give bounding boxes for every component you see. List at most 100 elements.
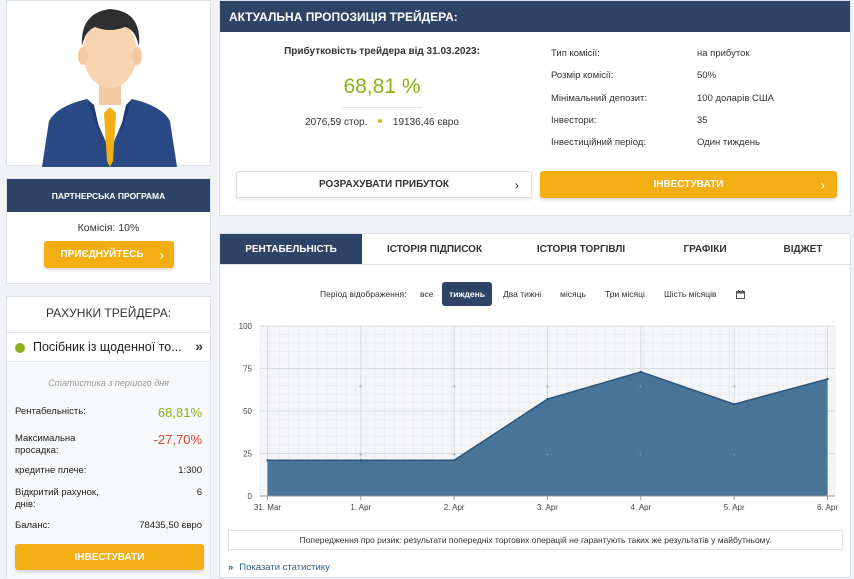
calendar-icon[interactable] bbox=[736, 282, 745, 306]
grid-marker: + bbox=[732, 452, 736, 459]
offer-detail-label: Тип комісії: bbox=[551, 48, 600, 59]
data-point bbox=[546, 397, 549, 401]
y-tick-label: 100 bbox=[239, 322, 253, 331]
offer-detail-value: 50% bbox=[697, 70, 717, 81]
partner-program-card: ПАРТНЕРСЬКА ПРОГРАМА Комісія: 10% ПРИЄДН… bbox=[6, 178, 211, 284]
x-tick-label: 31. Mar bbox=[254, 503, 281, 512]
offer-detail-value: на прибуток bbox=[697, 48, 750, 59]
tab-item[interactable]: РЕНТАБЕЛЬНІСТЬ bbox=[220, 234, 362, 264]
tab-item[interactable]: ВІДЖЕТ bbox=[755, 234, 851, 264]
data-point bbox=[732, 403, 736, 406]
x-tick-label: 6. Apr bbox=[817, 503, 838, 512]
double-chevron-right-icon: » bbox=[228, 562, 234, 573]
separator-dot-icon bbox=[378, 119, 383, 124]
account-stat-label: Рентабельність: bbox=[15, 406, 86, 417]
offer-detail-label: Розмір комісії: bbox=[551, 70, 614, 81]
account-stat-row: Максимальна просадка: -27,70% bbox=[15, 432, 202, 457]
period-option[interactable]: тиждень bbox=[442, 282, 492, 306]
account-stat-row: Відкритий рахунок, днів: 6 bbox=[15, 487, 202, 511]
grid-marker: + bbox=[639, 384, 643, 391]
grid-marker: + bbox=[732, 384, 736, 391]
tab-item[interactable]: ІСТОРІЯ ПІДПИСОК bbox=[362, 234, 507, 264]
offer-detail-label: Інвестиційний період: bbox=[551, 137, 646, 148]
offer-card: АКТУАЛЬНА ПРОПОЗИЦІЯ ТРЕЙДЕРА: Прибутков… bbox=[219, 0, 851, 216]
period-selector: Період відображення: все тиждень Два тижні м… bbox=[220, 282, 850, 306]
period-option[interactable]: Два тижні bbox=[503, 282, 541, 306]
y-tick-label: 75 bbox=[243, 365, 252, 374]
account-stat-row: кредитне плече: 1:300 bbox=[15, 465, 202, 477]
grid-marker: + bbox=[545, 452, 549, 459]
data-point bbox=[826, 377, 829, 381]
account-stat-value: -27,70% bbox=[153, 432, 202, 447]
grid-marker: + bbox=[452, 452, 456, 459]
risk-warning-box: Попередження про ризик: результати попер… bbox=[228, 530, 843, 550]
offer-detail-value: Один тиждень bbox=[697, 137, 760, 148]
period-label: Період відображення: bbox=[320, 289, 407, 299]
x-tick-label: 3. Apr bbox=[537, 503, 558, 512]
account-invest-button-label: ІНВЕСТУВАТИ bbox=[74, 551, 145, 563]
account-stat-label: Баланс: bbox=[15, 520, 50, 531]
data-point bbox=[452, 459, 456, 462]
account-stat-row: Рентабельність: 68,81% bbox=[15, 405, 202, 420]
performance-card: РЕНТАБЕЛЬНІСТЬ ІСТОРІЯ ПІДПИСОК ІСТОРІЯ ТО… bbox=[219, 233, 851, 578]
partner-commission: Комісія: 10% bbox=[77, 222, 140, 234]
profit-amounts: 2076,59 стор. 19136,46 євро bbox=[256, 117, 508, 128]
y-tick-label: 0 bbox=[248, 492, 253, 501]
offer-detail-value: 100 доларів США bbox=[697, 93, 774, 104]
chevron-right-icon: › bbox=[820, 177, 825, 192]
period-option[interactable]: Три місяці bbox=[605, 282, 645, 306]
account-stat-value: 78435,50 євро bbox=[139, 520, 202, 531]
profit-caption: Прибутковість трейдера від 31.03.2023: bbox=[284, 46, 480, 57]
account-stat-label: Максимальна просадка: bbox=[15, 433, 76, 456]
performance-tabs: РЕНТАБЕЛЬНІСТЬ ІСТОРІЯ ПІДПИСОК ІСТОРІЯ ТО… bbox=[220, 234, 850, 265]
partner-program-header: ПАРТНЕРСЬКА ПРОГРАМА bbox=[7, 179, 210, 212]
grid-marker: + bbox=[545, 384, 549, 391]
grid-marker: + bbox=[452, 384, 456, 391]
profit-value: 68,81 % bbox=[343, 75, 421, 98]
offer-invest-label: ІНВЕСТУВАТИ bbox=[653, 179, 724, 190]
tab-item[interactable]: ГРАФІКИ bbox=[655, 234, 755, 264]
account-stat-row: Баланс: 78435,50 євро bbox=[15, 520, 202, 532]
show-statistics-link[interactable]: » Показати статистику bbox=[228, 562, 330, 573]
calculate-profit-label: РОЗРАХУВАТИ ПРИБУТОК bbox=[319, 179, 449, 190]
person-avatar-icon bbox=[42, 9, 177, 167]
profit-divider bbox=[342, 107, 422, 108]
x-tick-label: 2. Apr bbox=[444, 503, 465, 512]
join-button-label: ПРИЄДНУЙТЕСЬ bbox=[60, 249, 144, 260]
show-statistics-label: Показати статистику bbox=[239, 562, 330, 573]
x-tick-label: 1. Apr bbox=[350, 503, 371, 512]
data-point bbox=[359, 459, 363, 462]
offer-invest-button[interactable]: ІНВЕСТУВАТИ › bbox=[540, 171, 837, 198]
account-stat-label: Відкритий рахунок, днів: bbox=[15, 487, 99, 510]
account-status-dot bbox=[15, 343, 25, 353]
offer-detail-value: 35 bbox=[697, 115, 708, 126]
profit-money: 19136,46 євро bbox=[392, 117, 459, 128]
risk-warning-text: Попередження про ризик: результати попер… bbox=[299, 535, 772, 545]
calculate-profit-button[interactable]: РОЗРАХУВАТИ ПРИБУТОК › bbox=[236, 171, 532, 198]
offer-header: АКТУАЛЬНА ПРОПОЗИЦІЯ ТРЕЙДЕРА: bbox=[220, 1, 850, 32]
y-tick-label: 25 bbox=[243, 450, 252, 459]
profitability-chart: + + + + + + + + + +0 25 50 75 100 31. Mar 1. Apr 2. Apr 3… bbox=[239, 322, 839, 512]
account-stat-value: 68,81% bbox=[157, 405, 202, 420]
grid-marker: + bbox=[359, 452, 363, 459]
chevron-right-icon: › bbox=[159, 247, 164, 262]
grid-marker: + bbox=[639, 452, 643, 459]
period-option[interactable]: все bbox=[420, 282, 433, 306]
account-stat-label: кредитне плече: bbox=[15, 465, 87, 476]
account-stat-value: 1:300 bbox=[178, 465, 202, 476]
account-name: Посібник із щоденної то... bbox=[33, 340, 182, 354]
data-point bbox=[266, 459, 269, 462]
y-tick-label: 50 bbox=[243, 407, 252, 416]
account-stat-value: 6 bbox=[196, 487, 202, 498]
period-option[interactable]: місяць bbox=[560, 282, 586, 306]
tab-item[interactable]: ІСТОРІЯ ТОРГІВЛІ bbox=[507, 234, 655, 264]
period-option[interactable]: Шість місяців bbox=[664, 282, 716, 306]
profit-pips: 2076,59 стор. bbox=[305, 117, 368, 128]
trader-accounts-card: РАХУНКИ ТРЕЙДЕРА: Посібник із щоденної т… bbox=[6, 296, 211, 579]
account-selector[interactable]: Посібник із щоденної то... » bbox=[7, 332, 210, 362]
double-chevron-right-icon: » bbox=[195, 338, 203, 354]
chevron-right-icon: › bbox=[514, 177, 519, 192]
account-invest-button[interactable]: ІНВЕСТУВАТИ bbox=[15, 544, 204, 570]
stats-since-label: Статистика з першого дня bbox=[48, 378, 169, 388]
join-button[interactable]: ПРИЄДНУЙТЕСЬ › bbox=[44, 241, 174, 268]
